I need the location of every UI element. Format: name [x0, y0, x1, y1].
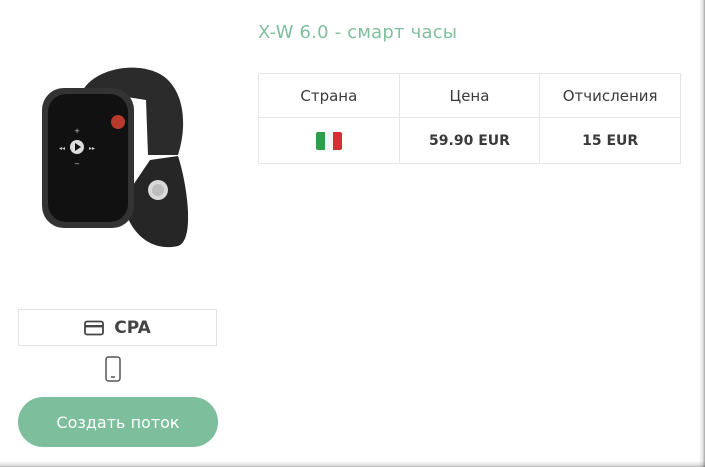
column-header-commission: Отчисления [539, 73, 681, 118]
column-header-country: Страна [258, 73, 400, 118]
table-row: 59.90 EUR 15 EUR [258, 117, 681, 164]
payment-model-label: CPA [114, 317, 151, 338]
svg-text:−: − [74, 160, 80, 168]
window-bottom-shadow [0, 461, 705, 467]
mobile-phone-icon [105, 356, 121, 382]
country-cell [258, 117, 400, 164]
svg-text:▸▸: ▸▸ [89, 145, 95, 152]
payment-model-badge: CPA [18, 309, 217, 346]
table-header-row: Страна Цена Отчисления [258, 73, 681, 118]
smartwatch-image: + − ◂◂ ▸▸ [42, 67, 189, 248]
svg-text:◂◂: ◂◂ [59, 145, 65, 152]
credit-card-icon [84, 320, 105, 335]
italy-flag-icon [315, 131, 342, 150]
window-edge-shadow [699, 0, 705, 467]
price-cell: 59.90 EUR [398, 117, 541, 164]
product-title: X-W 6.0 - смарт часы [258, 22, 458, 43]
column-header-price: Цена [398, 73, 541, 118]
svg-text:+: + [74, 127, 80, 135]
offers-table: Страна Цена Отчисления 59.90 EUR 15 EUR [258, 73, 681, 164]
create-stream-button[interactable]: Создать поток [18, 397, 218, 447]
commission-cell: 15 EUR [539, 117, 681, 164]
offer-card: + − ◂◂ ▸▸ X-W 6.0 - смарт часы Страна Це… [0, 0, 705, 467]
